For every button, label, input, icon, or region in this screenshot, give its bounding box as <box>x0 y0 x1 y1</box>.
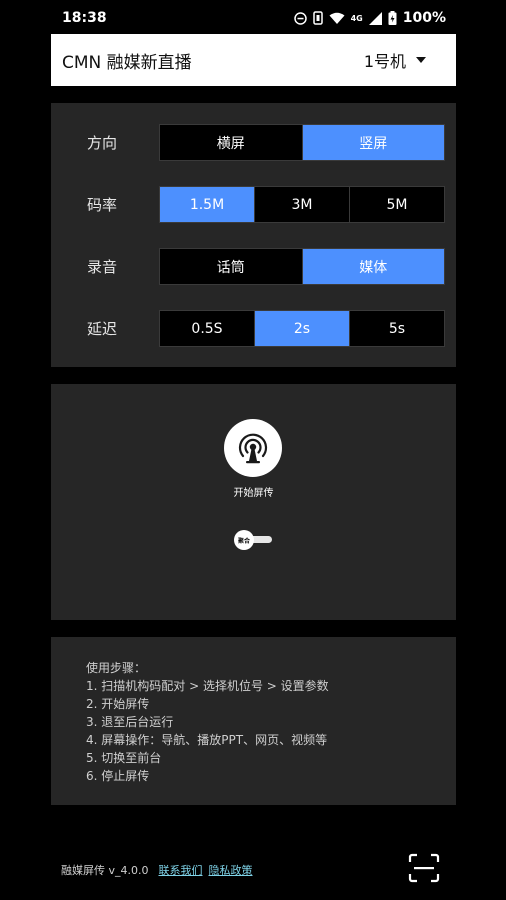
instruction-step: 4. 屏幕操作：导航、播放PPT、网页、视频等 <box>86 733 328 747</box>
chevron-down-icon <box>416 57 426 63</box>
audio-label: 录音 <box>87 258 118 276</box>
instructions-title: 使用步骤： <box>86 661 147 675</box>
vibrate-icon <box>312 11 323 25</box>
contact-us-link[interactable]: 联系我们 <box>159 862 203 878</box>
bitrate-segmented: 1.5M 3M 5M <box>159 186 445 223</box>
audio-option-microphone[interactable]: 话筒 <box>160 249 303 284</box>
orientation-row: 方向 横屏 竖屏 <box>51 124 456 161</box>
latency-option-5s[interactable]: 5s <box>350 311 444 346</box>
instruction-step: 5. 切换至前台 <box>86 751 162 765</box>
privacy-policy-link[interactable]: 隐私政策 <box>209 862 253 878</box>
start-cast-button[interactable] <box>224 419 282 477</box>
audio-segmented: 话筒 媒体 <box>159 248 445 285</box>
battery-level: 100% <box>402 10 446 26</box>
instruction-step: 3. 退至后台运行 <box>86 715 174 729</box>
bitrate-label: 码率 <box>87 196 118 214</box>
device-selector[interactable]: 1号机 <box>364 48 426 72</box>
status-time: 18:38 <box>62 10 107 26</box>
do-not-disturb-icon <box>293 11 307 25</box>
audio-option-media[interactable]: 媒体 <box>302 249 444 284</box>
battery-icon <box>388 11 397 25</box>
latency-option-2s[interactable]: 2s <box>255 311 350 346</box>
bitrate-option-1-5m[interactable]: 1.5M <box>160 187 255 222</box>
status-bar: 18:38 4G 100% <box>0 0 506 36</box>
latency-option-0-5s[interactable]: 0.5S <box>160 311 255 346</box>
toggle-label: 聚合 <box>237 537 250 545</box>
bitrate-option-5m[interactable]: 5M <box>350 187 444 222</box>
orientation-option-landscape[interactable]: 横屏 <box>160 125 303 160</box>
status-icons: 4G 100% <box>293 10 446 26</box>
settings-panel: 方向 横屏 竖屏 码率 1.5M 3M 5M 录音 话筒 媒体 延迟 0.5S … <box>51 103 456 367</box>
app-title: CMN 融媒新直播 <box>62 52 192 73</box>
scan-frame-icon <box>408 853 440 883</box>
instruction-step: 2. 开始屏传 <box>86 697 150 711</box>
bitrate-option-3m[interactable]: 3M <box>255 187 350 222</box>
footer: 融媒屏传 v_4.0.0 联系我们 隐私政策 <box>61 862 253 878</box>
latency-segmented: 0.5S 2s 5s <box>159 310 445 347</box>
signal-icon <box>368 11 382 25</box>
aggregate-toggle[interactable]: 聚合 <box>234 530 274 550</box>
instruction-step: 6. 停止屏传 <box>86 769 150 783</box>
app-header: CMN 融媒新直播 1号机 <box>51 34 456 86</box>
cast-panel: 开始屏传 聚合 <box>51 384 456 620</box>
bitrate-row: 码率 1.5M 3M 5M <box>51 186 456 223</box>
instruction-step: 1. 扫描机构码配对 > 选择机位号 > 设置参数 <box>86 679 329 693</box>
scan-button[interactable] <box>408 853 440 883</box>
orientation-segmented: 横屏 竖屏 <box>159 124 445 161</box>
network-type: 4G <box>350 13 363 23</box>
audio-row: 录音 话筒 媒体 <box>51 248 456 285</box>
broadcast-tower-icon <box>238 433 268 464</box>
device-selector-label: 1号机 <box>363 52 406 71</box>
app-version: 融媒屏传 v_4.0.0 <box>61 864 149 877</box>
wifi-icon <box>329 12 345 24</box>
instructions-panel: 使用步骤： 1. 扫描机构码配对 > 选择机位号 > 设置参数 2. 开始屏传 … <box>51 637 456 805</box>
latency-label: 延迟 <box>87 320 118 338</box>
orientation-label: 方向 <box>87 134 118 152</box>
start-cast-label: 开始屏传 <box>233 488 274 499</box>
orientation-option-portrait[interactable]: 竖屏 <box>302 125 444 160</box>
latency-row: 延迟 0.5S 2s 5s <box>51 310 456 347</box>
footer-links: 联系我们 隐私政策 <box>159 862 253 878</box>
toggle-knob: 聚合 <box>234 530 254 550</box>
